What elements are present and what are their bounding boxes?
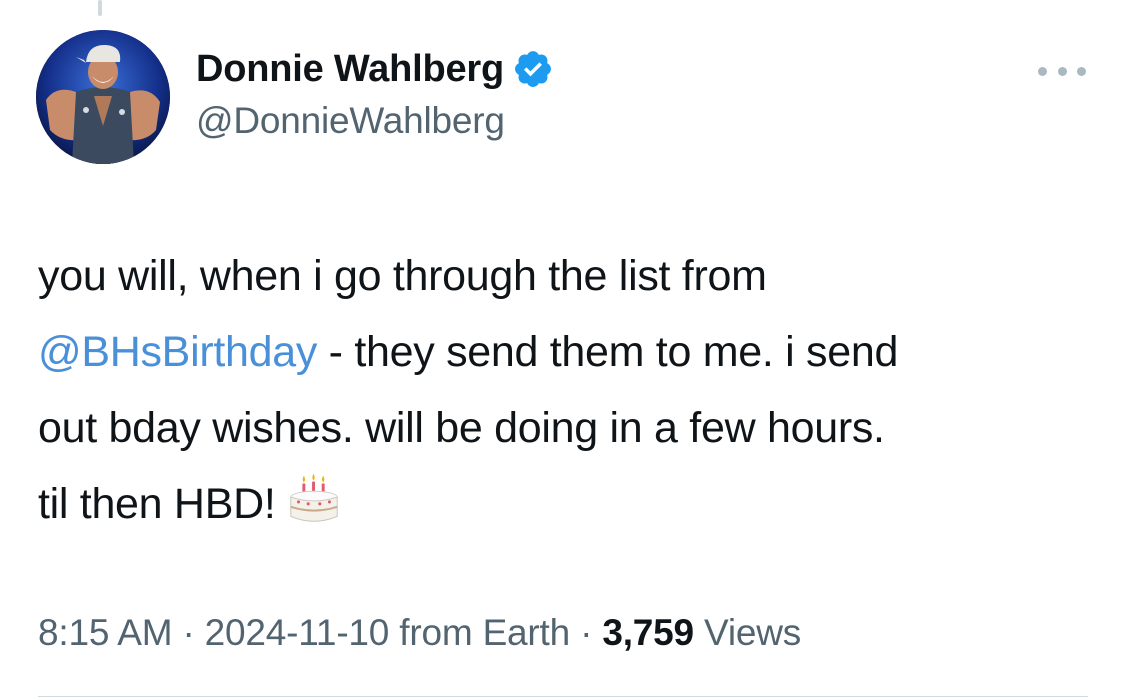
more-dot <box>1038 66 1047 76</box>
tweet-line-4: til then HBD! <box>38 466 1098 542</box>
views-count[interactable]: 3,759 <box>602 612 694 653</box>
mention-link[interactable]: @BHsBirthday <box>38 328 317 376</box>
more-options-icon[interactable] <box>1038 60 1086 82</box>
author-name-row: Donnie Wahlberg <box>196 44 554 94</box>
tweet-line-4-text: til then HBD! <box>38 480 276 528</box>
author-handle[interactable]: @DonnieWahlberg <box>196 100 554 142</box>
views-label: Views <box>704 612 802 653</box>
tweet-line-3: out bday wishes. will be doing in a few … <box>38 404 885 452</box>
more-dot <box>1057 66 1067 76</box>
avatar-image <box>36 30 170 164</box>
meta-separator: · <box>580 612 593 653</box>
more-dot <box>1077 66 1086 76</box>
verified-badge-icon[interactable] <box>512 48 554 90</box>
tweet-date[interactable]: 2024-11-10 <box>205 612 390 653</box>
avatar[interactable] <box>36 30 170 164</box>
tweet-metadata: 8:15 AM · 2024-11-10 from Earth · 3,759 … <box>38 612 801 654</box>
tweet-text: you will, when i go through the list fro… <box>38 238 1098 542</box>
author-block: Donnie Wahlberg @DonnieWahlberg <box>196 44 554 142</box>
tweet-detail: Donnie Wahlberg @DonnieWahlberg you will… <box>0 0 1122 700</box>
tweet-source: from Earth <box>399 612 571 653</box>
tweet-line-1: you will, when i go through the list fro… <box>38 252 767 300</box>
tweet-line-2: @BHsBirthday - they send them to me. i s… <box>38 314 1098 390</box>
tweet-time[interactable]: 8:15 AM <box>38 612 173 653</box>
meta-separator: · <box>182 612 195 653</box>
divider <box>38 696 1088 697</box>
tweet-line-2-text: - they send them to me. i send <box>317 328 899 376</box>
thread-connector-line <box>98 0 102 16</box>
birthday-cake-emoji <box>290 473 339 522</box>
author-display-name[interactable]: Donnie Wahlberg <box>196 48 504 91</box>
